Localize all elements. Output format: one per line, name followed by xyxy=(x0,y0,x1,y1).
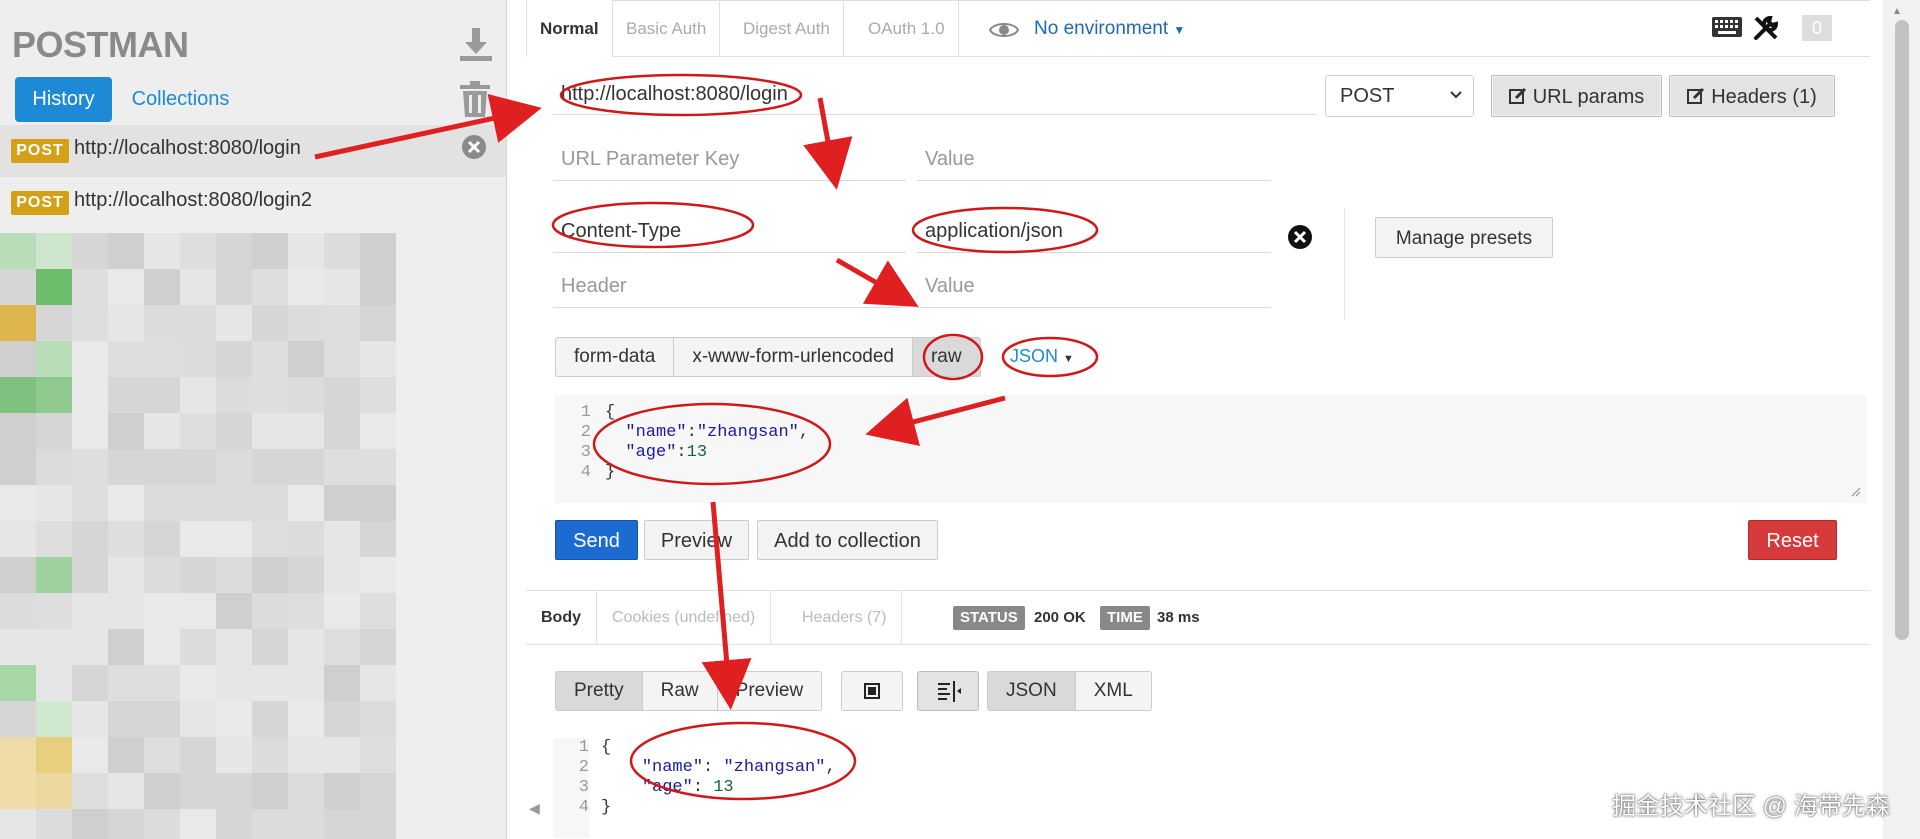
keyboard-icon[interactable] xyxy=(1711,14,1743,40)
url-param-value-input[interactable] xyxy=(917,138,1271,181)
history-url: http://localhost:8080/login xyxy=(74,137,301,159)
tab-response-headers[interactable]: Headers (7) xyxy=(787,591,903,644)
watermark: 掘金技术社区 @ 海带先森 xyxy=(1612,793,1890,820)
fit-button[interactable] xyxy=(841,671,903,711)
body-mode-form-data[interactable]: form-data xyxy=(556,338,675,376)
tab-response-body[interactable]: Body xyxy=(526,591,597,644)
header-value-input[interactable] xyxy=(917,210,1271,253)
tab-collections[interactable]: Collections xyxy=(118,77,243,122)
sidebar: POSTMAN History Collections POST http://… xyxy=(0,0,507,839)
code-line: "name": "zhangsan", xyxy=(641,758,836,777)
scroll-thumb[interactable] xyxy=(1895,20,1909,640)
method-select[interactable]: POST xyxy=(1325,75,1474,117)
wrap-lines-button[interactable] xyxy=(917,671,979,711)
wrench-icon[interactable] xyxy=(1752,14,1780,42)
environment-select[interactable]: No environment ▼ xyxy=(1034,18,1185,40)
code-line: "name":"zhangsan", xyxy=(625,423,810,442)
trash-icon[interactable] xyxy=(458,80,492,118)
method-badge: POST xyxy=(11,139,69,163)
scroll-up-icon[interactable]: ▲ xyxy=(1892,6,1902,17)
response-body-code: { "name": "zhangsan", "age": 13} xyxy=(601,738,836,818)
logo: POSTMAN xyxy=(12,24,189,65)
history-item[interactable]: POST http://localhost:8080/login2 xyxy=(0,177,506,229)
notification-count[interactable]: 0 xyxy=(1802,15,1832,41)
tab-basic-auth[interactable]: Basic Auth xyxy=(613,0,721,57)
code-line: "age": 13 xyxy=(641,778,734,797)
time-value: 38 ms xyxy=(1157,609,1200,626)
response-body-viewer[interactable]: 1234 { "name": "zhangsan", "age": 13} xyxy=(553,730,1867,839)
code-line: { xyxy=(601,738,612,757)
eye-icon[interactable] xyxy=(988,18,1020,42)
fullscreen-icon xyxy=(864,683,880,699)
remove-header-icon[interactable] xyxy=(1287,224,1313,250)
view-preview[interactable]: Preview xyxy=(718,672,822,710)
url-params-button[interactable]: URL params xyxy=(1491,75,1662,117)
new-header-key-input[interactable] xyxy=(553,265,906,308)
request-body-editor[interactable]: 1234 { "name":"zhangsan", "age":13} xyxy=(555,395,1867,503)
response-view-group: Pretty Raw Preview xyxy=(555,671,823,711)
view-pretty[interactable]: Pretty xyxy=(556,672,643,710)
body-format-select[interactable]: JSON ▼ xyxy=(1010,346,1074,367)
send-button[interactable]: Send xyxy=(555,520,638,560)
code-line: "age":13 xyxy=(625,443,708,462)
download-icon[interactable] xyxy=(458,26,494,62)
tab-response-cookies[interactable]: Cookies (undefined) xyxy=(597,591,772,644)
tab-normal[interactable]: Normal xyxy=(526,0,613,57)
new-header-value-input[interactable] xyxy=(917,265,1271,308)
body-mode-raw[interactable]: raw xyxy=(912,338,980,376)
history-item[interactable]: POST http://localhost:8080/login xyxy=(0,125,506,177)
manage-presets-button[interactable]: Manage presets xyxy=(1375,217,1553,258)
environment-label: No environment xyxy=(1034,18,1169,39)
divider xyxy=(1344,208,1345,320)
tab-digest-auth[interactable]: Digest Auth xyxy=(730,0,844,57)
headers-label: Headers (1) xyxy=(1711,86,1817,108)
resize-handle-icon[interactable] xyxy=(1851,487,1861,497)
request-body-code: { "name":"zhangsan", "age":13} xyxy=(605,403,809,483)
add-to-collection-button[interactable]: Add to collection xyxy=(757,520,938,560)
wrap-lines-icon xyxy=(938,681,961,702)
code-line: } xyxy=(605,463,616,482)
reset-button[interactable]: Reset xyxy=(1748,520,1837,560)
header-key-input[interactable] xyxy=(553,210,906,253)
response-format-group: JSON XML xyxy=(987,671,1152,711)
body-mode-urlencoded[interactable]: x-www-form-urlencoded xyxy=(674,338,913,376)
chevron-down-icon xyxy=(1450,91,1462,99)
body-format-label: JSON xyxy=(1010,346,1059,366)
top-border xyxy=(526,0,1870,1)
tab-oauth[interactable]: OAuth 1.0 xyxy=(855,0,959,57)
line-numbers: 1234 xyxy=(580,403,591,482)
line-numbers: 1234 xyxy=(553,738,589,838)
tab-history[interactable]: History xyxy=(15,77,112,122)
time-label: TIME xyxy=(1100,606,1150,630)
view-raw[interactable]: Raw xyxy=(643,672,718,710)
caret-down-icon: ▼ xyxy=(1063,353,1074,365)
preview-button[interactable]: Preview xyxy=(644,520,749,560)
body-mode-group: form-data x-www-form-urlencoded raw xyxy=(555,337,981,377)
status-label: STATUS xyxy=(953,606,1025,630)
caret-down-icon: ▼ xyxy=(1173,23,1186,37)
remove-history-icon[interactable] xyxy=(460,133,488,161)
method-badge: POST xyxy=(11,191,69,215)
history-url: http://localhost:8080/login2 xyxy=(74,189,312,211)
response-tabs-border xyxy=(526,644,1870,645)
url-input[interactable] xyxy=(553,75,1317,115)
blurred-history-list xyxy=(0,233,432,839)
url-param-key-input[interactable] xyxy=(553,138,906,181)
format-xml[interactable]: XML xyxy=(1076,672,1151,710)
code-line: { xyxy=(605,403,616,422)
status-value: 200 OK xyxy=(1034,609,1086,626)
url-params-label: URL params xyxy=(1532,86,1645,108)
format-json[interactable]: JSON xyxy=(988,672,1076,710)
edit-icon xyxy=(1687,87,1705,104)
code-line: } xyxy=(601,798,612,817)
auth-tabs-border xyxy=(526,56,1870,57)
collapse-sidebar-icon[interactable]: ◀ xyxy=(529,800,549,830)
method-value: POST xyxy=(1340,85,1395,107)
headers-button[interactable]: Headers (1) xyxy=(1669,75,1835,117)
edit-icon xyxy=(1508,87,1526,104)
